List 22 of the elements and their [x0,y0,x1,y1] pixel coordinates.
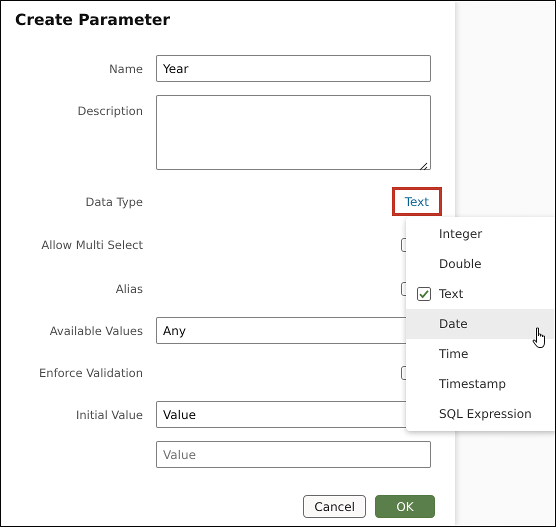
text-field[interactable]: Year [156,55,431,82]
description-field[interactable] [156,95,431,170]
field-label: Enforce Validation [39,366,143,380]
field-label: Description [78,104,143,118]
field-label: Initial Value [76,408,143,422]
data-type-link[interactable]: Text [392,187,442,216]
dialog-title: Create Parameter [15,10,172,31]
field-label: Name [109,62,143,76]
menu-item[interactable]: Timestamp [406,369,555,399]
field-label: Available Values [50,324,143,338]
hand-cursor-icon [532,327,548,349]
menu-item[interactable]: Date [406,309,555,339]
resize-grip-icon[interactable] [419,162,428,171]
text-field[interactable]: Value [156,441,431,468]
field-label: Alias [116,282,143,296]
ok-button[interactable]: OK [375,495,435,518]
cancel-button[interactable]: Cancel [303,495,366,518]
field-label: Data Type [85,194,143,208]
menu-item[interactable]: Text [406,279,555,309]
menu-item[interactable]: Integer [406,219,555,249]
field-label: Allow Multi Select [41,238,143,252]
menu-item[interactable]: Double [406,249,555,279]
